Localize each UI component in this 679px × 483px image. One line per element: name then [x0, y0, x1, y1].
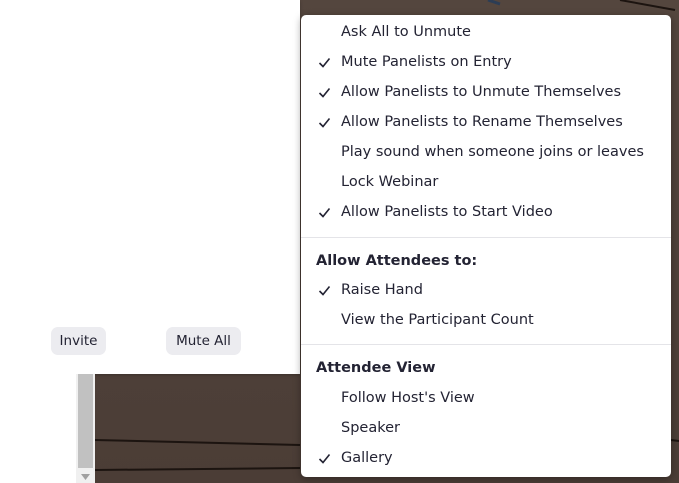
menu-item-gallery[interactable]: Gallery — [301, 444, 671, 474]
menu-item-label: Allow Panelists to Rename Themselves — [341, 114, 623, 130]
menu-divider — [301, 344, 671, 345]
menu-item-ask-all-to-unmute[interactable]: Ask All to Unmute — [301, 18, 671, 48]
menu-item-play-sound[interactable]: Play sound when someone joins or leaves — [301, 138, 671, 168]
menu-divider — [301, 237, 671, 238]
menu-item-raise-hand[interactable]: Raise Hand — [301, 276, 671, 306]
menu-item-allow-panelists-rename[interactable]: Allow Panelists to Rename Themselves — [301, 108, 671, 138]
participants-panel: Invite Mute All — [0, 0, 300, 374]
attendees-section-header: Allow Attendees to: — [316, 253, 478, 269]
scrollbar-thumb[interactable] — [78, 374, 93, 468]
menu-item-label: Speaker — [341, 420, 400, 436]
menu-item-label: Mute Panelists on Entry — [341, 54, 512, 70]
menu-item-follow-hosts-view[interactable]: Follow Host's View — [301, 384, 671, 414]
menu-item-label: Gallery — [341, 450, 393, 466]
checkmark-icon — [318, 453, 331, 464]
menu-item-label: View the Participant Count — [341, 312, 534, 328]
menu-item-label: Follow Host's View — [341, 390, 475, 406]
checkmark-icon — [318, 285, 331, 296]
checkmark-icon — [318, 207, 331, 218]
menu-item-label: Raise Hand — [341, 282, 423, 298]
menu-item-speaker[interactable]: Speaker — [301, 414, 671, 444]
menu-item-mute-panelists-on-entry[interactable]: Mute Panelists on Entry — [301, 48, 671, 78]
menu-item-label: Allow Panelists to Start Video — [341, 204, 553, 220]
menu-item-allow-panelists-unmute[interactable]: Allow Panelists to Unmute Themselves — [301, 78, 671, 108]
menu-item-label: Allow Panelists to Unmute Themselves — [341, 84, 622, 100]
menu-item-allow-panelists-start-video[interactable]: Allow Panelists to Start Video — [301, 198, 671, 228]
invite-button[interactable]: Invite — [51, 327, 106, 355]
menu-item-label: Play sound when someone joins or leaves — [341, 144, 644, 160]
menu-item-label: Lock Webinar — [341, 174, 439, 190]
checkmark-icon — [318, 87, 331, 98]
mute-all-button[interactable]: Mute All — [166, 327, 241, 355]
scroll-down-arrow-icon[interactable] — [78, 471, 93, 483]
more-options-menu: Ask All to Unmute Mute Panelists on Entr… — [301, 15, 671, 477]
attendee-view-section-header: Attendee View — [316, 360, 436, 376]
menu-item-label: Ask All to Unmute — [341, 24, 471, 40]
menu-item-view-participant-count[interactable]: View the Participant Count — [301, 306, 671, 336]
checkmark-icon — [318, 57, 331, 68]
checkmark-icon — [318, 117, 331, 128]
menu-item-lock-webinar[interactable]: Lock Webinar — [301, 168, 671, 198]
